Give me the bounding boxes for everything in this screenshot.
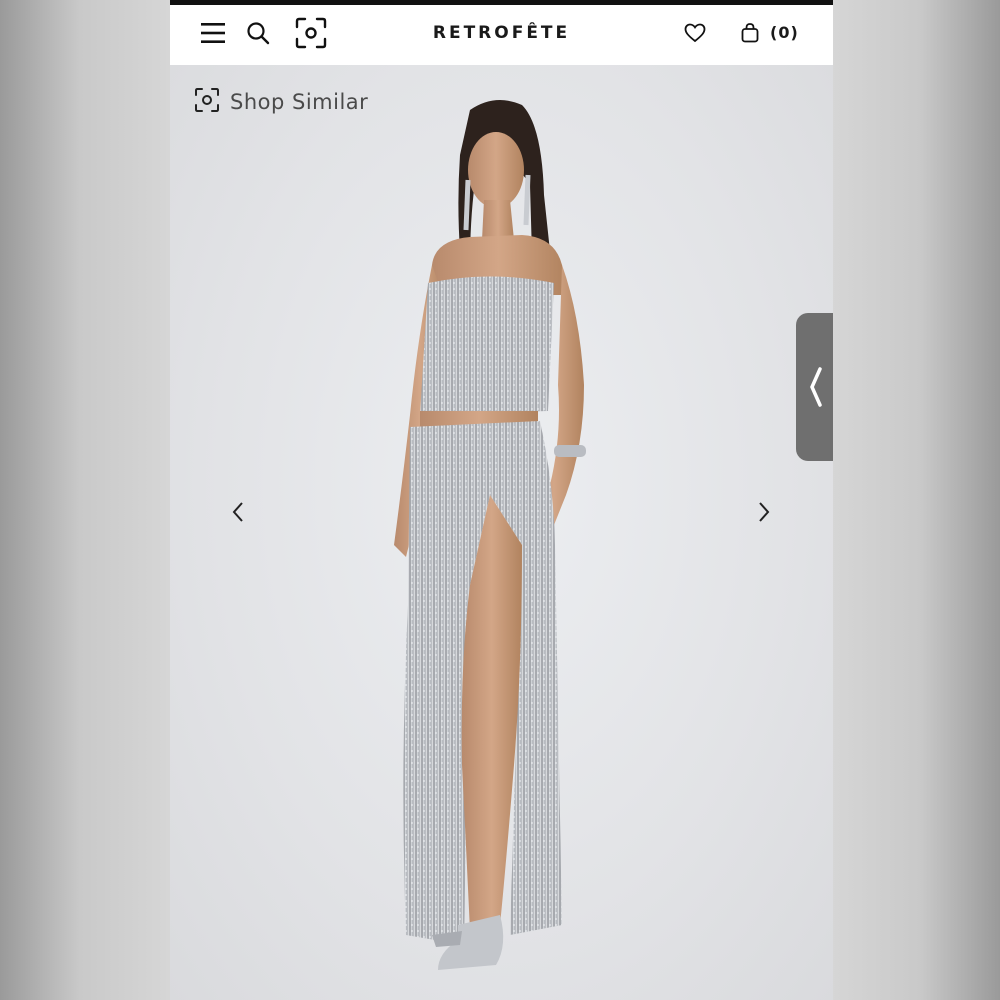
model-photo — [394, 100, 586, 970]
carousel-prev-button[interactable] — [226, 497, 250, 527]
chevron-left-icon — [232, 502, 243, 522]
shop-similar-button[interactable]: Shop Similar — [194, 87, 368, 117]
app-screen: RETROFÊTE (0) Shop Similar — [170, 0, 833, 1000]
chevron-left-icon — [810, 367, 822, 407]
side-panel-tab[interactable] — [796, 313, 833, 461]
brand-logo[interactable]: RETROFÊTE — [170, 23, 833, 43]
heart-icon[interactable] — [680, 18, 710, 48]
bag-count[interactable]: (0) — [770, 23, 799, 42]
product-image: Shop Similar — [170, 65, 833, 1000]
chevron-right-icon — [759, 502, 770, 522]
site-header: RETROFÊTE (0) — [170, 5, 833, 65]
visual-search-icon — [194, 87, 220, 117]
carousel-next-button[interactable] — [752, 497, 776, 527]
bag-icon[interactable] — [735, 18, 765, 48]
shop-similar-label: Shop Similar — [230, 90, 369, 114]
